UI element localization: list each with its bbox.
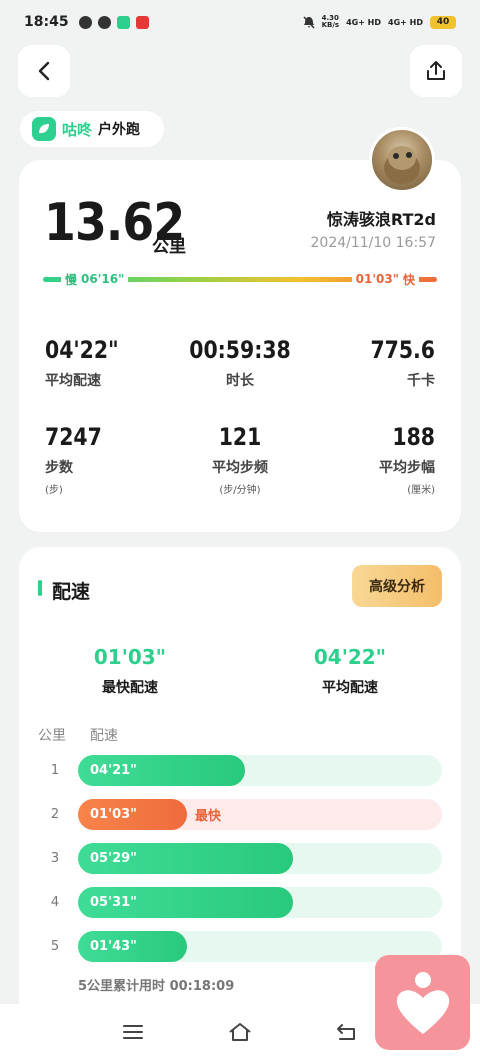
pace-section-title: 配速 [52,581,91,603]
status-time: 18:45 [24,14,69,30]
fastest-pace-value: 01'03" [93,645,167,669]
floating-widget-button[interactable] [375,955,470,1050]
workout-datetime: 2024/11/10 16:57 [310,235,437,251]
username: 惊涛骇浪RT2d [326,210,436,229]
split-track: 05'29" [78,843,442,874]
split-row: 1 04'21" [38,755,442,786]
signal-1: 4G+ HD [346,17,382,27]
split-km: 4 [50,895,60,910]
stat-value: 04'22" [45,336,119,364]
stat-value: 7247 [45,423,102,451]
home-icon [229,1023,251,1041]
status-right: 4.30 KB/s 4G+ HD 4G+ HD 40 [303,15,456,29]
stat-avg-pace: 04'22" 平均配速 [45,338,132,390]
wechat-icon [78,15,92,29]
fast-label: 快 [402,272,415,287]
brand-pill: 咕咚 户外跑 [20,111,164,147]
stat-cadence: 121 平均步频 (步/分钟) [180,425,300,496]
split-km: 5 [50,939,60,954]
fastest-pace-label: 01'03" 快 [351,270,419,288]
split-pace: 05'31" [90,895,137,910]
stat-value: 00:59:38 [189,336,291,364]
distance-unit: 公里 [152,237,186,257]
battery-indicator: 40 [430,15,456,29]
slowest-pace-label: 慢 06'16" [61,270,129,288]
app-notification-icon-2 [135,15,149,29]
split-pace: 01'43" [90,939,137,954]
average-pace-summary: 04'22" 平均配速 [290,645,410,697]
split-bar: 01'43" [78,931,187,962]
fastest-split-tag: 最快 [195,809,222,824]
stat-unit: (步) [45,485,63,496]
stat-label: 平均步幅 [379,460,435,476]
column-header-km: 公里 [38,728,66,744]
stat-label: 平均步频 [212,460,268,476]
split-km: 2 [50,807,60,822]
menu-icon [123,1025,143,1039]
share-icon [427,61,445,80]
advanced-analysis-button[interactable]: 高级分析 [352,565,442,607]
alert-icon [97,15,111,29]
nav-menu-button[interactable] [119,1018,147,1046]
fast-pace: 01'03" [355,272,399,286]
chevron-left-icon [38,61,50,81]
slow-label: 慢 [65,272,78,287]
notification-icons [78,15,149,29]
split-row: 3 05'29" [38,843,442,874]
average-pace-label: 平均配速 [322,680,378,696]
stat-unit: (步/分钟) [219,485,261,496]
split-bar: 05'29" [78,843,293,874]
average-pace-value: 04'22" [313,645,387,669]
heart-person-icon [396,971,449,1034]
fastest-pace-label: 最快配速 [102,680,158,696]
fastest-pace-summary: 01'03" 最快配速 [70,645,190,697]
split-row: 2 01'03" 最快 [38,799,442,830]
split-track: 01'03" 最快 [78,799,442,830]
back-button[interactable] [18,45,70,97]
brand-name: 咕咚 [62,120,93,139]
mute-icon [303,15,315,29]
back-arrow-icon [337,1024,355,1040]
app-notification-icon [116,15,130,29]
cumulative-time: 5公里累计用时 00:18:09 [78,979,235,994]
stat-stride: 188 平均步幅 (厘米) [315,425,435,496]
codoon-logo-icon [32,117,56,141]
nav-back-button[interactable] [332,1018,360,1046]
split-pace: 04'21" [90,763,137,778]
activity-type: 户外跑 [98,122,141,138]
column-header-pace: 配速 [90,728,118,744]
avatar-image [384,146,420,184]
split-bar: 04'21" [78,755,245,786]
split-km: 1 [50,763,60,778]
stat-unit: (厘米) [407,485,435,496]
split-track: 05'31" [78,887,442,918]
net-speed-unit: KB/s [321,21,340,29]
pace-range-bar: 慢 06'16" 01'03" 快 [43,270,437,288]
slow-pace: 06'16" [81,272,125,286]
stat-label: 千卡 [407,373,435,389]
status-bar: 18:45 4.30 KB/s 4G+ HD 4G+ HD 40 [0,0,480,44]
split-pace: 05'29" [90,851,137,866]
stat-duration: 00:59:38 时长 [180,338,300,390]
split-bar: 01'03" [78,799,187,830]
stat-value: 121 [218,423,262,451]
section-accent [38,580,42,596]
split-row: 4 05'31" [38,887,442,918]
split-bar: 05'31" [78,887,293,918]
stat-steps: 7247 步数 (步) [45,425,112,496]
avatar[interactable] [369,127,435,193]
stat-label: 平均配速 [45,373,101,389]
split-km: 3 [50,851,60,866]
stat-value: 188 [392,423,435,451]
split-pace: 01'03" [90,807,137,822]
stat-value: 775.6 [370,336,435,364]
share-button[interactable] [410,45,462,97]
split-track: 04'21" [78,755,442,786]
net-speed: 4.30 KB/s [322,15,339,29]
signal-2: 4G+ HD [388,17,423,27]
stat-calories: 775.6 千卡 [315,338,435,390]
nav-home-button[interactable] [226,1018,254,1046]
stat-label: 时长 [226,373,254,389]
stat-label: 步数 [45,460,73,476]
